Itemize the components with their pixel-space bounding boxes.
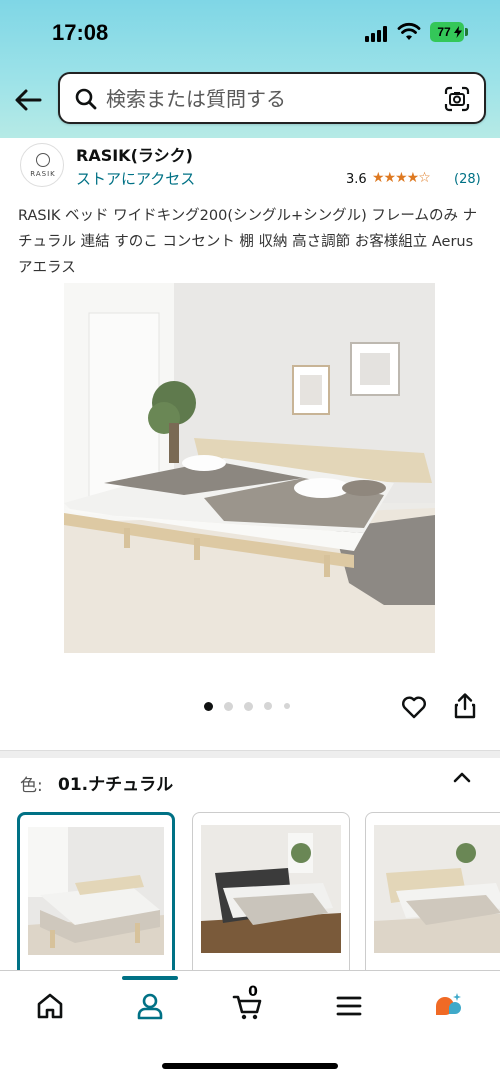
signal-icon — [365, 26, 391, 42]
variation-label: 色: — [20, 776, 43, 796]
swatch-image — [201, 825, 341, 953]
carousel-dot[interactable] — [224, 702, 233, 711]
rating-value: 3.6 — [346, 172, 367, 187]
carousel-dot[interactable] — [204, 702, 213, 711]
chevron-up-icon[interactable] — [452, 768, 472, 788]
rufus-icon[interactable] — [432, 990, 464, 1022]
status-bar: 17:08 77 — [0, 0, 500, 62]
rating-count[interactable]: (28) — [454, 172, 481, 187]
carousel-dot[interactable] — [264, 702, 272, 710]
battery-cap — [465, 28, 468, 36]
variation-value: 01.ナチュラル — [58, 775, 174, 795]
search-input[interactable] — [106, 82, 426, 116]
brand-logo-mark-icon — [36, 153, 50, 167]
menu-icon[interactable] — [333, 990, 365, 1022]
status-time: 17:08 — [52, 20, 109, 45]
search-icon — [75, 88, 97, 110]
charging-bolt-icon — [454, 26, 462, 38]
color-swatch[interactable] — [365, 812, 500, 982]
share-icon[interactable] — [452, 692, 478, 720]
product-title: RASIK ベッド ワイドキング200(シングル+シングル) フレームのみ ナチ… — [18, 208, 478, 276]
heart-icon[interactable] — [401, 694, 427, 720]
cart-count: 0 — [248, 984, 258, 1000]
product-image[interactable] — [64, 283, 435, 653]
back-arrow-icon[interactable] — [12, 84, 44, 116]
carousel-dot[interactable] — [284, 703, 290, 709]
section-divider — [0, 750, 500, 758]
nav-active-indicator — [122, 976, 178, 980]
color-swatch[interactable] — [192, 812, 350, 982]
rating-stars[interactable]: ★★★★☆ — [372, 170, 431, 186]
store-link[interactable]: ストアにアクセス — [76, 168, 195, 189]
swatch-image — [28, 827, 164, 955]
brand-name: RASIK(ラシク) — [76, 146, 193, 165]
color-swatch-selected[interactable] — [17, 812, 175, 982]
bed-photo — [64, 283, 435, 653]
brand-logo-text: RASIK — [30, 170, 56, 178]
account-icon[interactable] — [134, 990, 166, 1022]
camera-icon[interactable] — [442, 84, 472, 114]
wifi-icon — [397, 22, 421, 40]
swatch-image — [374, 825, 500, 953]
battery-icon: 77 — [430, 22, 464, 42]
search-bar[interactable] — [58, 72, 486, 124]
home-icon[interactable] — [34, 990, 66, 1022]
home-indicator — [162, 1063, 338, 1069]
brand-logo[interactable]: RASIK — [20, 143, 64, 187]
carousel-dot[interactable] — [244, 702, 253, 711]
